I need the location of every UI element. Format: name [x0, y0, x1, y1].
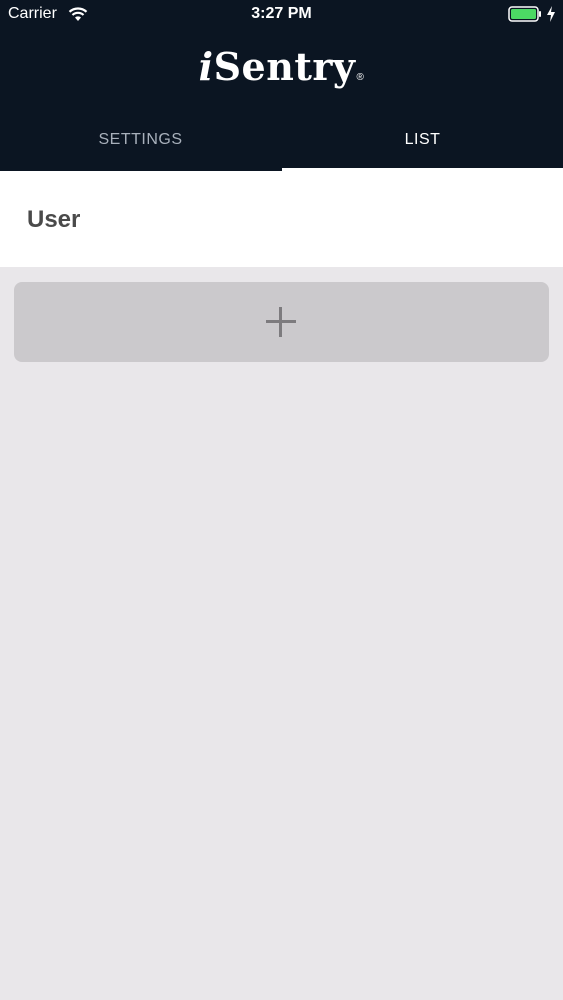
app-logo: iSentry® [0, 44, 563, 89]
add-button[interactable] [14, 282, 549, 362]
tab-bar: SETTINGS LIST [0, 110, 563, 171]
app-header: Carrier 3:27 PM iSentry® SETTINGS LIST [0, 0, 563, 171]
plus-icon [266, 307, 296, 337]
battery-icon [508, 6, 541, 22]
logo-i: i [198, 44, 214, 89]
status-bar: Carrier 3:27 PM [0, 0, 563, 30]
user-section-header: User [0, 171, 563, 267]
logo-registered-mark: ® [356, 72, 365, 83]
section-title: User [27, 206, 81, 233]
logo-text: Sentry [213, 44, 356, 89]
charging-bolt-icon [547, 6, 555, 22]
status-time: 3:27 PM [251, 5, 312, 22]
tab-list[interactable]: LIST [282, 110, 563, 171]
tab-settings[interactable]: SETTINGS [0, 110, 281, 171]
